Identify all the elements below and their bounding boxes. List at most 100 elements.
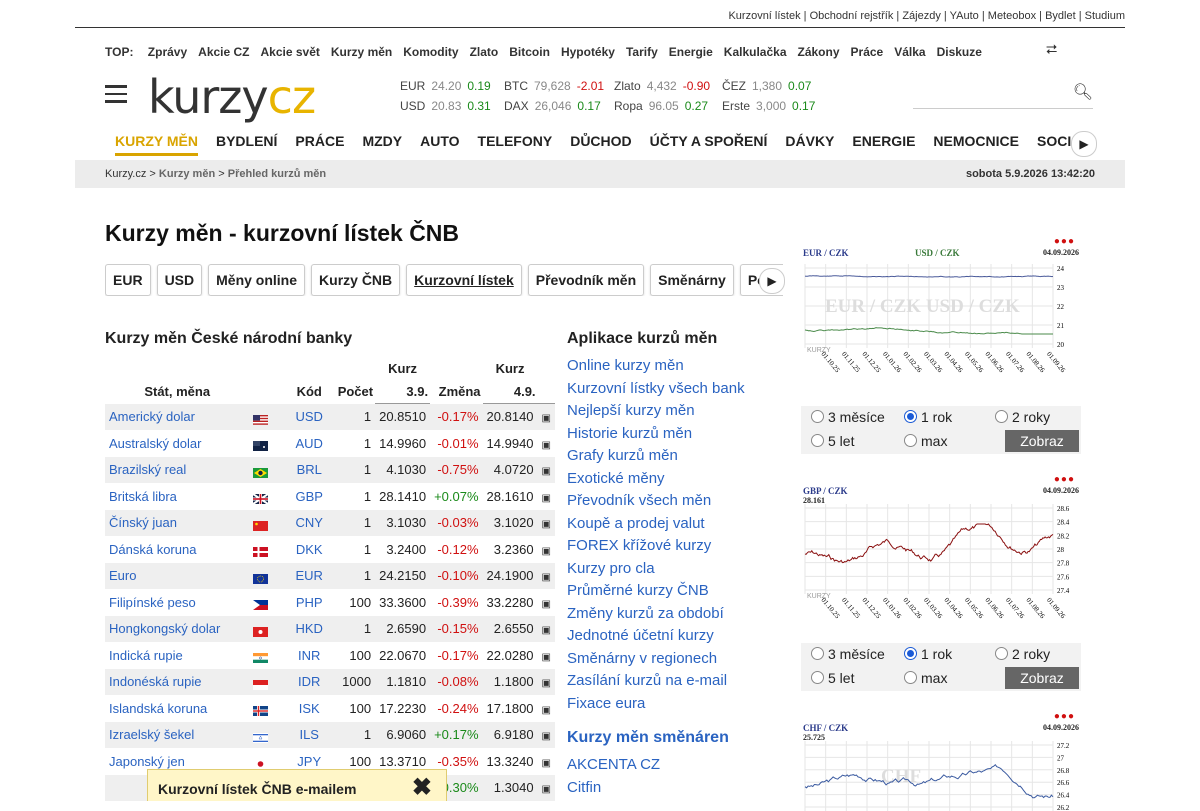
top-menu-item[interactable]: Zákony (798, 45, 840, 59)
show-chart-button[interactable]: Zobraz (1005, 667, 1079, 689)
main-nav-item[interactable]: ÚČTY A SPOŘENÍ (650, 133, 768, 149)
currency-code[interactable]: BRL (282, 456, 336, 484)
currency-code[interactable]: HKD (282, 615, 336, 643)
currency-name[interactable]: Hongkongský dolar (105, 615, 250, 643)
history-icon[interactable]: ▣ (542, 705, 551, 716)
app-link[interactable]: Grafy kurzů měn (567, 445, 745, 468)
radio-button[interactable] (904, 671, 917, 684)
range-radio[interactable]: 5 let (811, 670, 854, 686)
section-tab[interactable]: Měny online (208, 264, 306, 296)
radio-button[interactable] (904, 647, 917, 660)
top-menu-item[interactable]: Zlato (470, 45, 499, 59)
radio-button[interactable] (811, 434, 824, 447)
table-row[interactable]: Hongkongský dolar HKD 1 2.6590 -0.15% 2.6550 ▣ (105, 615, 555, 643)
kurzy-cz-logo[interactable]: kurzycz (148, 70, 316, 124)
history-icon[interactable]: ▣ (542, 413, 551, 424)
currency-name[interactable]: Islandská koruna (105, 695, 250, 722)
history-icon[interactable]: ▣ (542, 572, 551, 583)
currency-code[interactable]: EUR (282, 562, 336, 590)
show-chart-button[interactable]: Zobraz (1005, 430, 1079, 452)
app-link[interactable]: Zasílání kurzů na e-mail (567, 670, 745, 693)
currency-code[interactable]: USD (282, 403, 336, 431)
table-row[interactable]: Filipínské peso PHP 100 33.3600 -0.39% 33.228… (105, 589, 555, 616)
currency-code[interactable]: PHP (282, 589, 336, 616)
currency-code[interactable]: INR (282, 642, 336, 669)
main-nav-item[interactable]: AUTO (420, 133, 459, 149)
table-row[interactable]: Indonéská rupie IDR 1000 1.1810 -0.08% 1.1800… (105, 668, 555, 696)
top-menu-item[interactable]: Kalkulačka (724, 45, 787, 59)
main-nav-item[interactable]: ENERGIE (852, 133, 915, 149)
history-icon[interactable]: ▣ (542, 678, 551, 689)
table-row[interactable]: Dánská koruna DKK 1 3.2400 -0.12% 3.2360 ▣ (105, 536, 555, 563)
currency-name[interactable]: Izraelský šekel (105, 721, 250, 749)
currency-name[interactable]: Indonéská rupie (105, 668, 250, 696)
currency-name[interactable]: Americký dolar (105, 403, 250, 431)
ticker-item[interactable]: Ropa 96.05 0.27 (614, 99, 722, 113)
section-tab[interactable]: Kurzy ČNB (311, 264, 401, 296)
table-row[interactable]: Brazilský real BRL 1 4.1030 -0.75% 4.0720 ▣ (105, 456, 555, 484)
history-icon[interactable]: ▣ (542, 599, 551, 610)
range-radio[interactable]: 2 roky (995, 409, 1050, 425)
nav-scroll-right-icon[interactable]: ▶ (1071, 131, 1097, 157)
history-icon[interactable]: ▣ (542, 652, 551, 663)
top-menu-item[interactable]: Akcie CZ (198, 45, 249, 59)
radio-button[interactable] (811, 671, 824, 684)
search-input[interactable]: 🔍︎ (913, 78, 1093, 109)
table-row[interactable]: Islandská koruna ISK 100 17.2230 -0.24% 17.18… (105, 695, 555, 722)
ticker-item[interactable]: EUR 24.20 0.19 (400, 79, 504, 93)
main-nav-item[interactable]: DŮCHOD (570, 133, 631, 149)
table-row[interactable]: Čínský juan CNY 1 3.1030 -0.03% 3.1020 ▣ (105, 509, 555, 537)
chart-menu-icon[interactable]: ●●● (1054, 236, 1075, 247)
breadcrumb-kurzy-men[interactable]: Kurzy měn (159, 168, 215, 180)
exchange-office-link[interactable]: Citfin (567, 777, 745, 800)
app-link[interactable]: FOREX křížové kurzy (567, 535, 745, 558)
app-link[interactable]: Kurzovní lístky všech bank (567, 378, 745, 401)
top-link[interactable]: YAuto (950, 10, 979, 22)
radio-button[interactable] (811, 410, 824, 423)
exchange-offices-title[interactable]: Kurzy měn směnáren (567, 729, 745, 747)
top-link[interactable]: Bydlet (1045, 10, 1076, 22)
app-link[interactable]: Směnárny v regionech (567, 648, 745, 671)
ticker-item[interactable]: USD 20.83 0.31 (400, 99, 504, 113)
top-menu-item[interactable]: Diskuze (937, 45, 982, 59)
currency-code[interactable]: DKK (282, 536, 336, 563)
top-menu-item[interactable]: Hypotéky (561, 45, 615, 59)
currency-code[interactable]: GBP (282, 483, 336, 510)
currency-chart[interactable]: ●●● EUR / CZK USD / CZK 04.09.2026 24 23 22 21 2… (801, 236, 1081, 401)
main-nav-item[interactable]: KURZY MĚN (115, 133, 198, 156)
section-tab[interactable]: Převodník měn (527, 264, 645, 296)
main-nav-item[interactable]: MZDY (362, 133, 402, 149)
table-row[interactable]: Britská libra GBP 1 28.1410 +0.07% 28.1610 ▣ (105, 483, 555, 510)
radio-button[interactable] (904, 434, 917, 447)
app-link[interactable]: Historie kurzů měn (567, 423, 745, 446)
radio-button[interactable] (995, 647, 1008, 660)
range-radio[interactable]: max (904, 433, 947, 449)
top-menu-item[interactable]: Práce (851, 45, 884, 59)
search-icon[interactable]: 🔍︎ (1073, 82, 1093, 102)
app-link[interactable]: Nejlepší kurzy měn (567, 400, 745, 423)
ticker-item[interactable]: ČEZ 1,380 0.07 (722, 79, 811, 93)
top-menu-item[interactable]: Kurzy měn (331, 45, 392, 59)
app-link[interactable]: Změny kurzů za období (567, 603, 745, 626)
top-menu-item[interactable]: Akcie svět (261, 45, 320, 59)
currency-name[interactable]: Britská libra (105, 483, 250, 510)
top-menu-item[interactable]: Komodity (403, 45, 458, 59)
currency-name[interactable]: Filipínské peso (105, 589, 250, 616)
range-radio[interactable]: 3 měsíce (811, 646, 885, 662)
top-menu-item[interactable]: Tarify (626, 45, 658, 59)
currency-name[interactable]: Dánská koruna (105, 536, 250, 563)
exchange-office-link[interactable]: AKCENTA CZ (567, 754, 745, 777)
history-icon[interactable]: ▣ (542, 519, 551, 530)
currency-name[interactable]: Australský dolar (105, 430, 250, 457)
tabs-scroll-right-icon[interactable]: ▶ (759, 268, 785, 294)
section-tab[interactable]: EUR (105, 264, 151, 296)
currency-name[interactable]: Euro (105, 562, 250, 590)
history-icon[interactable]: ▣ (542, 784, 551, 795)
currency-code[interactable]: AUD (282, 430, 336, 457)
history-icon[interactable]: ▣ (542, 625, 551, 636)
range-radio[interactable]: 5 let (811, 433, 854, 449)
radio-button[interactable] (995, 410, 1008, 423)
top-link[interactable]: Zájezdy (902, 10, 941, 22)
app-link[interactable]: Koupě a prodej valut (567, 513, 745, 536)
history-icon[interactable]: ▣ (542, 758, 551, 769)
